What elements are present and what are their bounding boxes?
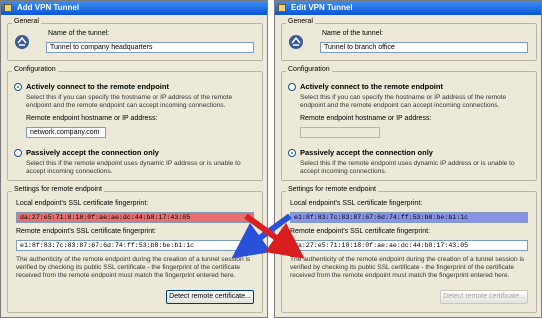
- right-name-label: Name of the tunnel:: [322, 30, 384, 37]
- left-local-fp-field[interactable]: da:27:e5:71:8:18:0f:ae:ae:dc:44:b8:17:43…: [16, 212, 254, 223]
- left-general-group: General Name of the tunnel: Tunnel to co…: [7, 18, 263, 61]
- left-configuration-group: Configuration Actively connect to the re…: [7, 66, 263, 181]
- right-title-bar: Edit VPN Tunnel: [275, 1, 541, 15]
- right-remote-fp-input[interactable]: da:27:e5:71:10:18:0f:ae:ae:dc:44:b8:17:4…: [290, 240, 528, 251]
- right-local-fp-field[interactable]: e1:8f:83:7c:83:87:67:6d:74:ff:53:b8:be:b…: [290, 212, 528, 223]
- left-remote-fp-label: Remote endpoint's SSL certificate finger…: [16, 228, 156, 235]
- left-host-input[interactable]: network.company.com: [26, 127, 106, 138]
- left-name-input[interactable]: Tunnel to company headquarters: [46, 42, 254, 53]
- left-passive-label[interactable]: Passively accept the connection only: [26, 148, 159, 157]
- right-passive-radio[interactable]: [288, 149, 296, 157]
- right-passive-label[interactable]: Passively accept the connection only: [300, 148, 433, 157]
- edit-vpn-tunnel-dialog: Edit VPN Tunnel General Name of the tunn…: [274, 0, 542, 318]
- left-local-fp-label: Local endpoint's SSL certificate fingerp…: [16, 200, 149, 207]
- right-host-label: Remote endpoint hostname or IP address:: [300, 115, 432, 122]
- add-vpn-tunnel-dialog: Add VPN Tunnel General Name of the tunne…: [0, 0, 268, 318]
- left-title: Add VPN Tunnel: [17, 3, 80, 12]
- right-settings-legend: Settings for remote endpoint: [286, 186, 378, 193]
- right-name-input[interactable]: Tunnel to branch office: [320, 42, 528, 53]
- right-detect-certificate-button[interactable]: Detect remote certificate...: [440, 290, 528, 304]
- left-active-desc: Select this if you can specify the hostn…: [26, 94, 233, 109]
- left-general-legend: General: [12, 18, 41, 25]
- right-configuration-group: Configuration Actively connect to the re…: [281, 66, 537, 181]
- right-general-group: General Name of the tunnel: Tunnel to br…: [281, 18, 537, 61]
- right-active-desc: Select this if you can specify the hostn…: [300, 94, 507, 109]
- left-settings-group: Settings for remote endpoint Local endpo…: [7, 186, 263, 313]
- app-icon: [278, 4, 286, 12]
- right-remote-fp-label: Remote endpoint's SSL certificate finger…: [290, 228, 430, 235]
- right-auth-desc: The authenticity of the remote endpoint …: [290, 256, 525, 279]
- left-active-radio[interactable]: [14, 83, 22, 91]
- left-passive-desc: Select this if the remote endpoint uses …: [26, 160, 241, 175]
- right-host-input[interactable]: [300, 127, 380, 138]
- right-passive-desc: Select this if the remote endpoint uses …: [300, 160, 515, 175]
- right-active-radio[interactable]: [288, 83, 296, 91]
- right-local-fp-label: Local endpoint's SSL certificate fingerp…: [290, 200, 423, 207]
- right-config-legend: Configuration: [286, 66, 332, 73]
- right-settings-group: Settings for remote endpoint Local endpo…: [281, 186, 537, 313]
- left-detect-certificate-button[interactable]: Detect remote certificate...: [166, 290, 254, 304]
- app-icon: [4, 4, 12, 12]
- right-active-label[interactable]: Actively connect to the remote endpoint: [300, 82, 443, 91]
- right-title: Edit VPN Tunnel: [291, 3, 353, 12]
- left-passive-radio[interactable]: [14, 149, 22, 157]
- left-name-label: Name of the tunnel:: [48, 30, 110, 37]
- left-auth-desc: The authenticity of the remote endpoint …: [16, 256, 251, 279]
- tunnel-icon: [289, 35, 303, 49]
- right-general-legend: General: [286, 18, 315, 25]
- left-title-bar: Add VPN Tunnel: [1, 1, 267, 15]
- tunnel-icon: [15, 35, 29, 49]
- left-active-label[interactable]: Actively connect to the remote endpoint: [26, 82, 169, 91]
- left-host-label: Remote endpoint hostname or IP address:: [26, 115, 158, 122]
- left-config-legend: Configuration: [12, 66, 58, 73]
- left-remote-fp-input[interactable]: e1:8f:83:7c:83:87:67:6d:74:ff:53:b8:be:b…: [16, 240, 254, 251]
- left-settings-legend: Settings for remote endpoint: [12, 186, 104, 193]
